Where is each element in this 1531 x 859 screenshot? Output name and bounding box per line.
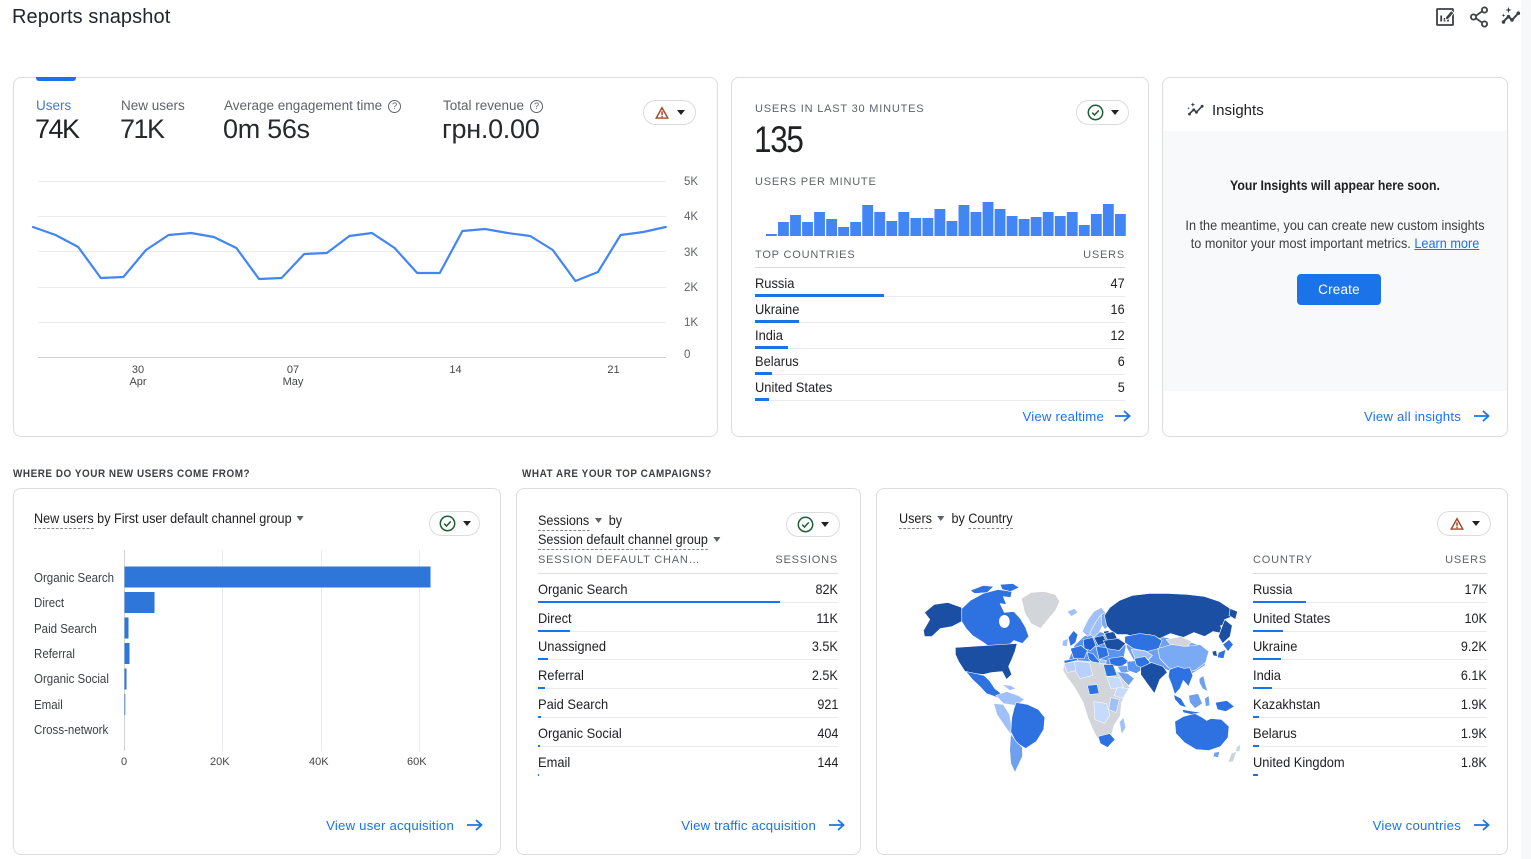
svg-text:4K: 4K xyxy=(684,211,698,223)
svg-text:0: 0 xyxy=(684,349,690,361)
svg-text:1K: 1K xyxy=(684,317,698,329)
svg-text:2K: 2K xyxy=(684,282,698,294)
svg-text:3K: 3K xyxy=(684,247,698,259)
svg-text:5K: 5K xyxy=(684,176,698,188)
